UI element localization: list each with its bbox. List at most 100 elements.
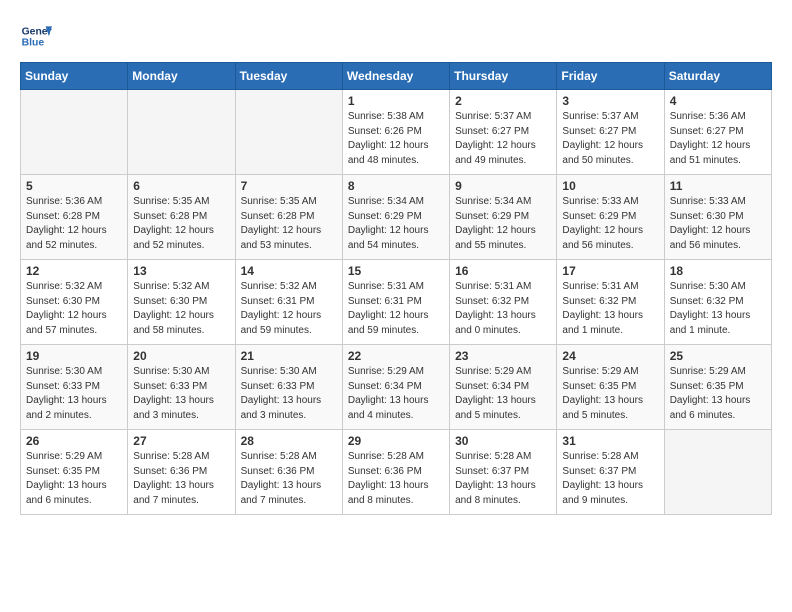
calendar-cell: 5 Sunrise: 5:36 AMSunset: 6:28 PMDayligh… [21,175,128,260]
calendar-cell: 12 Sunrise: 5:32 AMSunset: 6:30 PMDaylig… [21,260,128,345]
day-number: 8 [348,179,444,193]
day-number: 29 [348,434,444,448]
day-number: 23 [455,349,551,363]
weekday-header-saturday: Saturday [664,63,771,90]
day-number: 5 [26,179,122,193]
weekday-header-sunday: Sunday [21,63,128,90]
day-number: 4 [670,94,766,108]
calendar-cell [128,90,235,175]
calendar-week-5: 26 Sunrise: 5:29 AMSunset: 6:35 PMDaylig… [21,430,772,515]
calendar-cell: 29 Sunrise: 5:28 AMSunset: 6:36 PMDaylig… [342,430,449,515]
day-info: Sunrise: 5:36 AMSunset: 6:28 PMDaylight:… [26,195,122,253]
calendar-cell: 18 Sunrise: 5:30 AMSunset: 6:32 PMDaylig… [664,260,771,345]
calendar-cell: 31 Sunrise: 5:28 AMSunset: 6:37 PMDaylig… [557,430,664,515]
day-number: 31 [562,434,658,448]
day-number: 17 [562,264,658,278]
day-info: Sunrise: 5:30 AMSunset: 6:33 PMDaylight:… [26,365,122,423]
day-number: 27 [133,434,229,448]
day-info: Sunrise: 5:32 AMSunset: 6:30 PMDaylight:… [26,280,122,338]
weekday-header-row: SundayMondayTuesdayWednesdayThursdayFrid… [21,63,772,90]
calendar-cell: 22 Sunrise: 5:29 AMSunset: 6:34 PMDaylig… [342,345,449,430]
calendar-table: SundayMondayTuesdayWednesdayThursdayFrid… [20,62,772,515]
day-number: 10 [562,179,658,193]
day-number: 15 [348,264,444,278]
day-info: Sunrise: 5:28 AMSunset: 6:37 PMDaylight:… [455,450,551,508]
svg-text:Blue: Blue [22,38,45,49]
calendar-cell: 8 Sunrise: 5:34 AMSunset: 6:29 PMDayligh… [342,175,449,260]
day-info: Sunrise: 5:29 AMSunset: 6:35 PMDaylight:… [670,365,766,423]
calendar-cell: 14 Sunrise: 5:32 AMSunset: 6:31 PMDaylig… [235,260,342,345]
day-info: Sunrise: 5:29 AMSunset: 6:34 PMDaylight:… [348,365,444,423]
day-info: Sunrise: 5:37 AMSunset: 6:27 PMDaylight:… [455,110,551,168]
day-info: Sunrise: 5:30 AMSunset: 6:32 PMDaylight:… [670,280,766,338]
day-info: Sunrise: 5:28 AMSunset: 6:37 PMDaylight:… [562,450,658,508]
calendar-cell [664,430,771,515]
day-info: Sunrise: 5:30 AMSunset: 6:33 PMDaylight:… [133,365,229,423]
day-info: Sunrise: 5:31 AMSunset: 6:32 PMDaylight:… [455,280,551,338]
calendar-cell: 1 Sunrise: 5:38 AMSunset: 6:26 PMDayligh… [342,90,449,175]
calendar-cell: 3 Sunrise: 5:37 AMSunset: 6:27 PMDayligh… [557,90,664,175]
weekday-header-wednesday: Wednesday [342,63,449,90]
day-number: 21 [241,349,337,363]
calendar-cell: 21 Sunrise: 5:30 AMSunset: 6:33 PMDaylig… [235,345,342,430]
day-number: 7 [241,179,337,193]
day-number: 14 [241,264,337,278]
day-number: 3 [562,94,658,108]
calendar-week-1: 1 Sunrise: 5:38 AMSunset: 6:26 PMDayligh… [21,90,772,175]
calendar-cell: 20 Sunrise: 5:30 AMSunset: 6:33 PMDaylig… [128,345,235,430]
calendar-cell: 6 Sunrise: 5:35 AMSunset: 6:28 PMDayligh… [128,175,235,260]
day-number: 2 [455,94,551,108]
day-info: Sunrise: 5:29 AMSunset: 6:35 PMDaylight:… [26,450,122,508]
day-info: Sunrise: 5:33 AMSunset: 6:30 PMDaylight:… [670,195,766,253]
day-info: Sunrise: 5:31 AMSunset: 6:31 PMDaylight:… [348,280,444,338]
day-info: Sunrise: 5:32 AMSunset: 6:30 PMDaylight:… [133,280,229,338]
day-info: Sunrise: 5:33 AMSunset: 6:29 PMDaylight:… [562,195,658,253]
day-info: Sunrise: 5:28 AMSunset: 6:36 PMDaylight:… [348,450,444,508]
day-number: 6 [133,179,229,193]
calendar-cell: 26 Sunrise: 5:29 AMSunset: 6:35 PMDaylig… [21,430,128,515]
day-info: Sunrise: 5:35 AMSunset: 6:28 PMDaylight:… [241,195,337,253]
calendar-cell: 13 Sunrise: 5:32 AMSunset: 6:30 PMDaylig… [128,260,235,345]
page-header: General Blue [20,20,772,52]
day-info: Sunrise: 5:29 AMSunset: 6:35 PMDaylight:… [562,365,658,423]
calendar-cell: 11 Sunrise: 5:33 AMSunset: 6:30 PMDaylig… [664,175,771,260]
weekday-header-monday: Monday [128,63,235,90]
day-number: 28 [241,434,337,448]
calendar-cell: 2 Sunrise: 5:37 AMSunset: 6:27 PMDayligh… [450,90,557,175]
day-number: 9 [455,179,551,193]
day-info: Sunrise: 5:35 AMSunset: 6:28 PMDaylight:… [133,195,229,253]
calendar-week-3: 12 Sunrise: 5:32 AMSunset: 6:30 PMDaylig… [21,260,772,345]
day-number: 30 [455,434,551,448]
day-number: 18 [670,264,766,278]
day-info: Sunrise: 5:30 AMSunset: 6:33 PMDaylight:… [241,365,337,423]
calendar-cell: 30 Sunrise: 5:28 AMSunset: 6:37 PMDaylig… [450,430,557,515]
calendar-week-2: 5 Sunrise: 5:36 AMSunset: 6:28 PMDayligh… [21,175,772,260]
logo-icon: General Blue [20,20,52,52]
calendar-cell: 19 Sunrise: 5:30 AMSunset: 6:33 PMDaylig… [21,345,128,430]
calendar-cell: 28 Sunrise: 5:28 AMSunset: 6:36 PMDaylig… [235,430,342,515]
day-number: 24 [562,349,658,363]
day-info: Sunrise: 5:38 AMSunset: 6:26 PMDaylight:… [348,110,444,168]
calendar-cell: 15 Sunrise: 5:31 AMSunset: 6:31 PMDaylig… [342,260,449,345]
logo: General Blue [20,20,52,52]
calendar-cell: 17 Sunrise: 5:31 AMSunset: 6:32 PMDaylig… [557,260,664,345]
calendar-cell: 9 Sunrise: 5:34 AMSunset: 6:29 PMDayligh… [450,175,557,260]
day-info: Sunrise: 5:37 AMSunset: 6:27 PMDaylight:… [562,110,658,168]
day-number: 26 [26,434,122,448]
day-number: 11 [670,179,766,193]
day-info: Sunrise: 5:28 AMSunset: 6:36 PMDaylight:… [241,450,337,508]
weekday-header-tuesday: Tuesday [235,63,342,90]
day-number: 12 [26,264,122,278]
day-info: Sunrise: 5:29 AMSunset: 6:34 PMDaylight:… [455,365,551,423]
calendar-cell [21,90,128,175]
calendar-week-4: 19 Sunrise: 5:30 AMSunset: 6:33 PMDaylig… [21,345,772,430]
day-number: 16 [455,264,551,278]
day-number: 20 [133,349,229,363]
calendar-cell: 10 Sunrise: 5:33 AMSunset: 6:29 PMDaylig… [557,175,664,260]
day-info: Sunrise: 5:32 AMSunset: 6:31 PMDaylight:… [241,280,337,338]
day-info: Sunrise: 5:31 AMSunset: 6:32 PMDaylight:… [562,280,658,338]
day-number: 13 [133,264,229,278]
calendar-cell: 25 Sunrise: 5:29 AMSunset: 6:35 PMDaylig… [664,345,771,430]
weekday-header-thursday: Thursday [450,63,557,90]
day-number: 19 [26,349,122,363]
